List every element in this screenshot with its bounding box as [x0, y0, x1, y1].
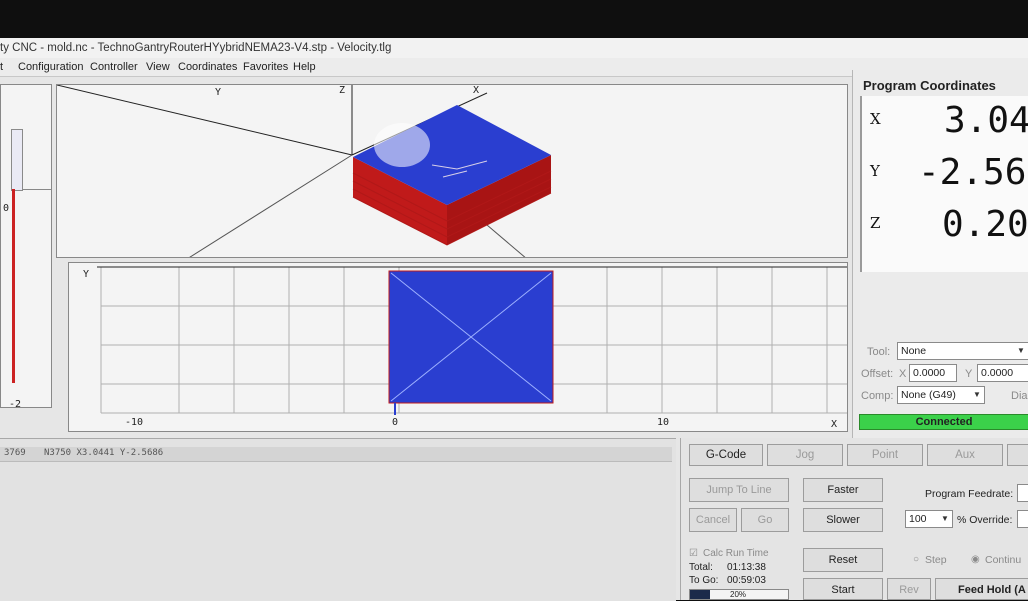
dia-label: Dia: [1011, 390, 1028, 402]
coord-x-value[interactable]: 3.04: [944, 100, 1028, 141]
axis-projection-line-2: [486, 224, 526, 257]
z-gauge-tick-line: [23, 189, 51, 190]
rev-button[interactable]: Rev: [887, 578, 931, 600]
tab-jog[interactable]: Jog: [767, 444, 843, 466]
gcode-panel: 3769 N3750 X3.0441 Y-2.5686: [0, 438, 676, 601]
offset-y-label: Y: [965, 368, 973, 380]
start-button[interactable]: Start: [803, 578, 883, 600]
menu-coordinates[interactable]: Coordinates: [178, 61, 237, 73]
coordinates-title: Program Coordinates: [863, 78, 996, 93]
calc-run-time-checkbox[interactable]: ☑: [689, 548, 698, 559]
menu-configuration[interactable]: Configuration: [18, 61, 83, 73]
axis-y-line: [57, 85, 353, 156]
offset-x-field[interactable]: 0.0000: [909, 364, 957, 382]
view3d-axis-z-label: Z: [339, 85, 346, 96]
view3d-axis-y-label: Y: [215, 87, 222, 98]
total-value: 01:13:38: [727, 562, 766, 573]
tab-more[interactable]: [1007, 444, 1028, 466]
tool-select[interactable]: None ▼: [897, 342, 1028, 360]
screen-glare: [374, 123, 430, 167]
tab-gcode[interactable]: G-Code: [689, 444, 763, 466]
coordinates-readout: X 3.04 Y -2.56 Z 0.20: [860, 96, 1028, 272]
calc-run-time-label: Calc Run Time: [703, 548, 769, 559]
view2d-tick-neg10: -10: [125, 417, 144, 428]
chevron-down-icon: ▼: [1017, 346, 1025, 355]
view2d-axis-x-label: X: [831, 419, 838, 430]
coord-row-x: X 3.04: [862, 96, 1028, 146]
gcode-current-line[interactable]: 3769 N3750 X3.0441 Y-2.5686: [0, 447, 672, 462]
comp-select-value: None (G49): [901, 389, 956, 401]
z-gauge-bar: [12, 189, 15, 383]
coord-row-y: Y -2.56: [862, 148, 1028, 198]
run-progress-label: 20%: [730, 590, 747, 599]
connection-status: Connected: [859, 414, 1028, 430]
menu-view[interactable]: View: [146, 61, 170, 73]
faster-button[interactable]: Faster: [803, 478, 883, 502]
to-go-value: 00:59:03: [727, 575, 766, 586]
chevron-down-icon: ▼: [973, 390, 981, 399]
app-window: ty CNC - mold.nc - TechnoGantryRouterHYy…: [0, 38, 1028, 601]
step-radio[interactable]: ○: [913, 554, 919, 565]
menu-file[interactable]: t: [0, 61, 3, 73]
z-gauge-panel: 0 -2: [0, 84, 52, 408]
run-progress-fill: [690, 590, 710, 599]
override-label: % Override:: [957, 514, 1013, 526]
tool-select-value: None: [901, 345, 927, 357]
tool-panel: Tool: None ▼ Offset: X 0.0000 Y 0.0000 C…: [852, 338, 1028, 438]
coord-x-label: X: [870, 110, 881, 128]
offset-y-field[interactable]: 0.0000: [977, 364, 1028, 382]
tool-label: Tool:: [867, 346, 891, 358]
z-gauge-tick-bottom: -2: [9, 399, 22, 408]
axis-projection-line: [189, 154, 353, 257]
continuous-radio[interactable]: ◉: [971, 554, 980, 565]
run-progress-bar: 20%: [689, 589, 789, 600]
view-2d[interactable]: Y X -10 0 10: [68, 262, 848, 432]
chevron-down-icon: ▼: [941, 514, 949, 523]
program-feedrate-label: Program Feedrate:: [925, 488, 1014, 500]
toolpath-3d-svg: [57, 85, 552, 257]
to-go-label: To Go:: [689, 575, 719, 586]
coord-y-label: Y: [870, 162, 880, 180]
window-title: ty CNC - mold.nc - TechnoGantryRouterHYy…: [0, 42, 392, 54]
coord-z-value[interactable]: 0.20: [942, 204, 1028, 245]
go-button[interactable]: Go: [741, 508, 789, 532]
coord-z-label: Z: [870, 214, 881, 232]
view3d-axis-x-label: X: [473, 85, 480, 96]
view-3d[interactable]: Y Z X: [56, 84, 848, 258]
jump-to-line-button[interactable]: Jump To Line: [689, 478, 789, 502]
menu-favorites[interactable]: Favorites: [243, 61, 288, 73]
view2d-tick-0: 0: [392, 417, 399, 428]
override-select-value: 100: [909, 513, 927, 525]
coord-row-z: Z 0.20: [862, 200, 1028, 250]
coord-y-value[interactable]: -2.56: [918, 152, 1026, 193]
z-gauge-indicator: [11, 129, 23, 191]
override-select[interactable]: 100 ▼: [905, 510, 953, 528]
gcode-line-text: N3750 X3.0441 Y-2.5686: [44, 448, 164, 458]
total-label: Total:: [689, 562, 713, 573]
comp-label: Comp:: [861, 390, 894, 402]
gcode-line-number: 3769: [4, 448, 26, 458]
reset-button[interactable]: Reset: [803, 548, 883, 572]
continuous-label: Continu: [985, 554, 1022, 566]
menu-help[interactable]: Help: [293, 61, 316, 73]
view2d-axis-y-label: Y: [83, 269, 90, 280]
z-gauge-tick-top: 0: [3, 203, 10, 214]
feed-hold-button[interactable]: Feed Hold (A: [935, 578, 1028, 600]
tab-aux[interactable]: Aux: [927, 444, 1003, 466]
title-bar: ty CNC - mold.nc - TechnoGantryRouterHYy…: [0, 38, 1028, 58]
menu-controller[interactable]: Controller: [90, 61, 138, 73]
view2d-tick-10: 10: [657, 417, 670, 428]
cancel-button[interactable]: Cancel: [689, 508, 737, 532]
slower-button[interactable]: Slower: [803, 508, 883, 532]
step-label: Step: [925, 554, 947, 566]
control-area: G-Code Jog Point Aux Jump To Line Cancel…: [680, 438, 1028, 600]
toolpath-2d-svg: [97, 266, 847, 415]
offset-x-label: X: [899, 368, 907, 380]
program-feedrate-field[interactable]: [1017, 484, 1028, 502]
override-field[interactable]: [1017, 510, 1028, 528]
offset-label: Offset:: [861, 368, 894, 380]
tab-point[interactable]: Point: [847, 444, 923, 466]
comp-select[interactable]: None (G49) ▼: [897, 386, 985, 404]
